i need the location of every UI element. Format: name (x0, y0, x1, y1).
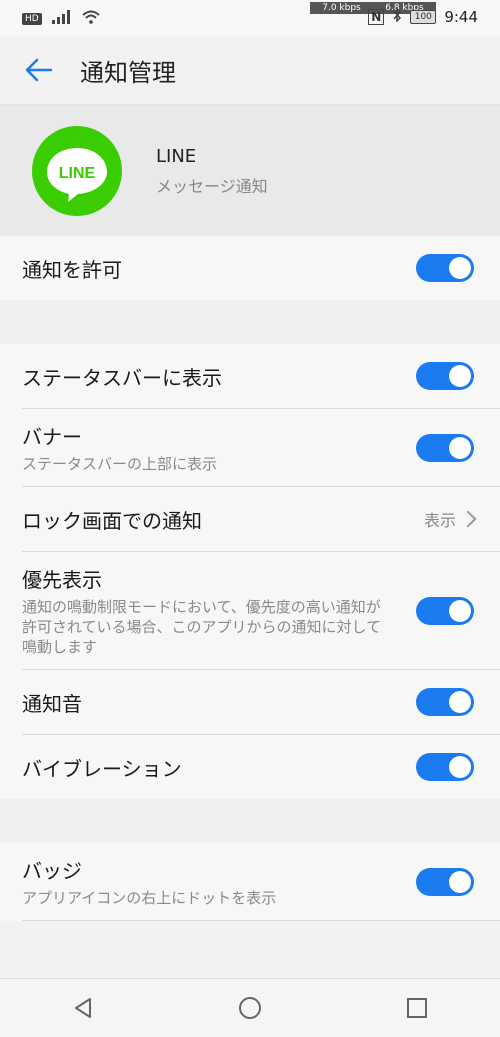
priority-description: 通知の鳴動制限モードにおいて、優先度の高い通知が許可されている場合、このアプリか… (22, 598, 382, 656)
back-button[interactable] (24, 55, 54, 85)
upload-speed: 7.0 kbps (322, 3, 361, 13)
priority-label: 優先表示 (22, 568, 102, 592)
back-arrow-icon (25, 58, 53, 82)
lockscreen-value: 表示 (423, 507, 477, 531)
toggle-knob (449, 756, 471, 778)
priority-toggle[interactable] (416, 596, 474, 625)
allow-notifications-row[interactable]: 通知を許可 (22, 236, 500, 300)
badge-row[interactable]: バッジ アプリアイコンの右上にドットを表示 (22, 843, 500, 921)
lockscreen-value-text: 表示 (423, 511, 456, 530)
sound-row[interactable]: 通知音 (22, 670, 500, 735)
nav-home-button[interactable] (230, 988, 270, 1028)
lockscreen-row[interactable]: ロック画面での通知 表示 (22, 487, 500, 552)
toggle-knob (449, 599, 471, 622)
badge-description: アプリアイコンの右上にドットを表示 (22, 889, 277, 907)
toggle-knob (449, 257, 471, 279)
status-right: N 100 9:44 (368, 7, 478, 26)
toggle-knob (449, 436, 471, 459)
circle-home-icon (238, 997, 261, 1019)
battery-icon: 100 (410, 10, 437, 24)
section-spacer (0, 799, 500, 843)
statusbar-toggle[interactable] (416, 362, 474, 390)
page-title: 通知管理 (80, 58, 176, 87)
banner-label: バナー (22, 425, 82, 449)
vibration-label: バイブレーション (22, 756, 182, 781)
wifi-icon (82, 10, 100, 28)
app-info: LINE メッセージ通知 (156, 146, 268, 197)
badge-label: バッジ (22, 859, 82, 883)
toggle-knob (449, 691, 471, 713)
vibration-row[interactable]: バイブレーション (22, 735, 500, 799)
hd-badge: HD (22, 13, 42, 25)
status-bar: HD 7.0 kbps 6.8 kbps N 100 9:44 (0, 0, 500, 36)
line-app-icon: LINE (32, 126, 122, 216)
section-spacer (0, 300, 500, 344)
statusbar-label: ステータスバーに表示 (22, 365, 222, 390)
signal-icon (51, 10, 72, 28)
statusbar-row[interactable]: ステータスバーに表示 (22, 344, 500, 409)
banner-row[interactable]: バナー ステータスバーの上部に表示 (22, 409, 500, 487)
sound-label: 通知音 (22, 691, 82, 716)
allow-notifications-label: 通知を許可 (22, 257, 122, 282)
line-icon-text: LINE (59, 165, 96, 182)
triangle-back-icon (75, 998, 92, 1018)
toggle-knob (449, 365, 471, 387)
badge-group: バッジ アプリアイコンの右上にドットを表示 (0, 843, 500, 921)
square-recents-icon (406, 998, 427, 1018)
banner-description: ステータスバーの上部に表示 (22, 455, 218, 473)
bluetooth-icon (392, 7, 402, 26)
priority-row[interactable]: 優先表示 通知の鳴動制限モードにおいて、優先度の高い通知が許可されている場合、こ… (22, 552, 500, 670)
display-group: ステータスバーに表示 バナー ステータスバーの上部に表示 ロック画面での通知 表… (0, 344, 500, 799)
navigation-bar (0, 978, 500, 1037)
chevron-right-icon (459, 510, 477, 528)
allow-notifications-toggle[interactable] (416, 254, 474, 282)
app-name: LINE (156, 145, 197, 167)
vibration-toggle[interactable] (416, 753, 474, 781)
app-bar: 通知管理 (0, 36, 500, 106)
status-left: HD (22, 10, 100, 28)
badge-toggle[interactable] (416, 867, 474, 896)
app-subtitle: メッセージ通知 (156, 176, 268, 196)
nfc-icon: N (368, 9, 385, 25)
sound-toggle[interactable] (416, 688, 474, 716)
lockscreen-label: ロック画面での通知 (22, 508, 202, 533)
toggle-knob (449, 870, 471, 893)
banner-toggle[interactable] (416, 433, 474, 462)
clock: 9:44 (444, 8, 478, 26)
nav-recents-button[interactable] (397, 988, 437, 1028)
allow-group: 通知を許可 (0, 236, 500, 300)
app-header: LINE LINE メッセージ通知 (0, 106, 500, 236)
nav-back-button[interactable] (63, 988, 103, 1028)
